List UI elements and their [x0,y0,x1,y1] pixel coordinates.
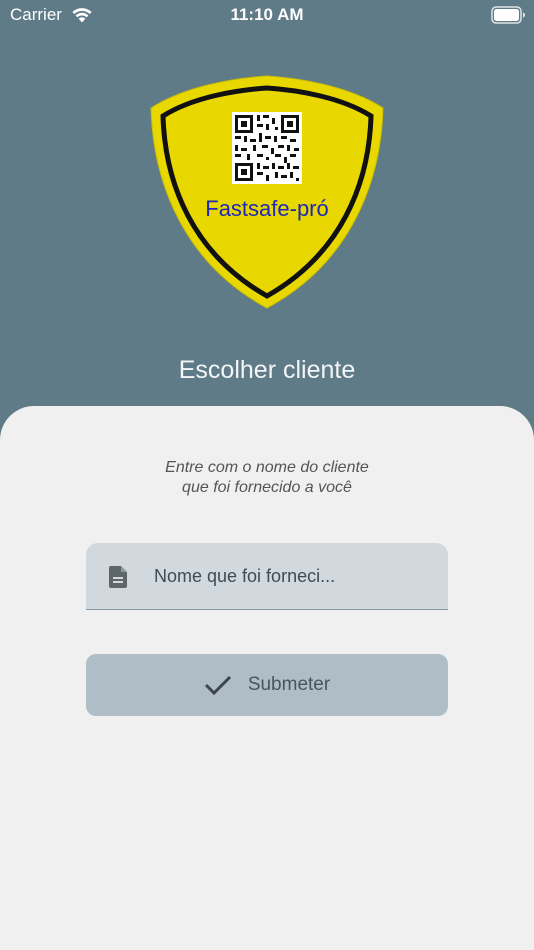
instructions-line-1: Entre com o nome do cliente [165,459,369,476]
instructions-text: Entre com o nome do cliente que foi forn… [0,458,534,498]
qr-code-icon [232,112,302,184]
instructions-line-2: que foi fornecido a você [182,479,352,496]
check-icon [204,675,231,696]
form-panel: Entre com o nome do cliente que foi forn… [0,406,534,950]
logo-text: Fastsafe-pró [205,196,329,221]
client-name-field[interactable] [86,543,448,610]
app-logo [150,75,384,309]
app-screen: Carrier 11:10 AM Fastsafe-pró Escolher c… [0,0,534,950]
status-bar: Carrier 11:10 AM [0,0,534,30]
submit-button[interactable]: Submeter [86,654,448,716]
page-title: Escolher cliente [178,356,356,384]
submit-label: Submeter [247,674,331,695]
battery-icon [491,6,525,24]
shield-shape [150,75,384,309]
document-icon [109,566,127,588]
client-name-input[interactable] [154,557,434,595]
clock: 11:10 AM [230,5,304,24]
